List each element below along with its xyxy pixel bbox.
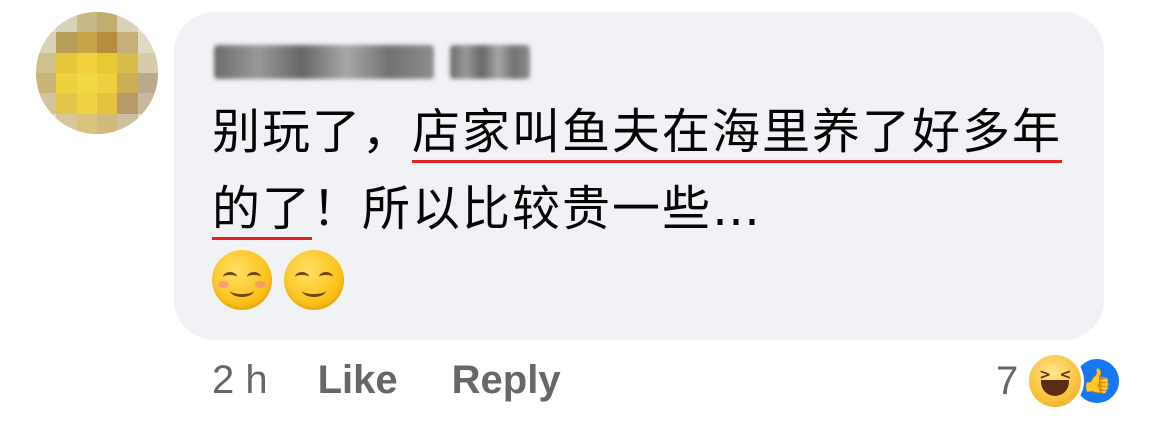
author-first-name-blur	[214, 45, 434, 79]
avatar[interactable]	[36, 12, 158, 134]
reaction-count: 7	[996, 358, 1019, 403]
author-last-name-blur	[450, 45, 530, 79]
comment-text: 别玩了，店家叫鱼夫在海里养了好多年的了！所以比较贵一些…	[212, 94, 1092, 248]
comment-text-start: 别玩了，	[212, 104, 413, 160]
relieved-blushing-emoji-icon	[212, 250, 272, 310]
like-button[interactable]: Like	[318, 358, 398, 403]
comment-text-end: ！所以比较贵一些…	[312, 181, 763, 237]
author-name-blurred[interactable]	[214, 42, 530, 82]
comment-actions: 2 h Like Reply	[212, 358, 561, 403]
comment-emojis	[212, 250, 344, 310]
avatar-pixelated-image	[36, 12, 158, 134]
reply-button[interactable]: Reply	[452, 358, 561, 403]
relieved-face-emoji-icon	[284, 250, 344, 310]
haha-icon: > <	[1026, 352, 1085, 410]
comment-timestamp[interactable]: 2 h	[212, 358, 268, 403]
reactions-summary[interactable]: 7 > < 👍	[996, 352, 1123, 410]
